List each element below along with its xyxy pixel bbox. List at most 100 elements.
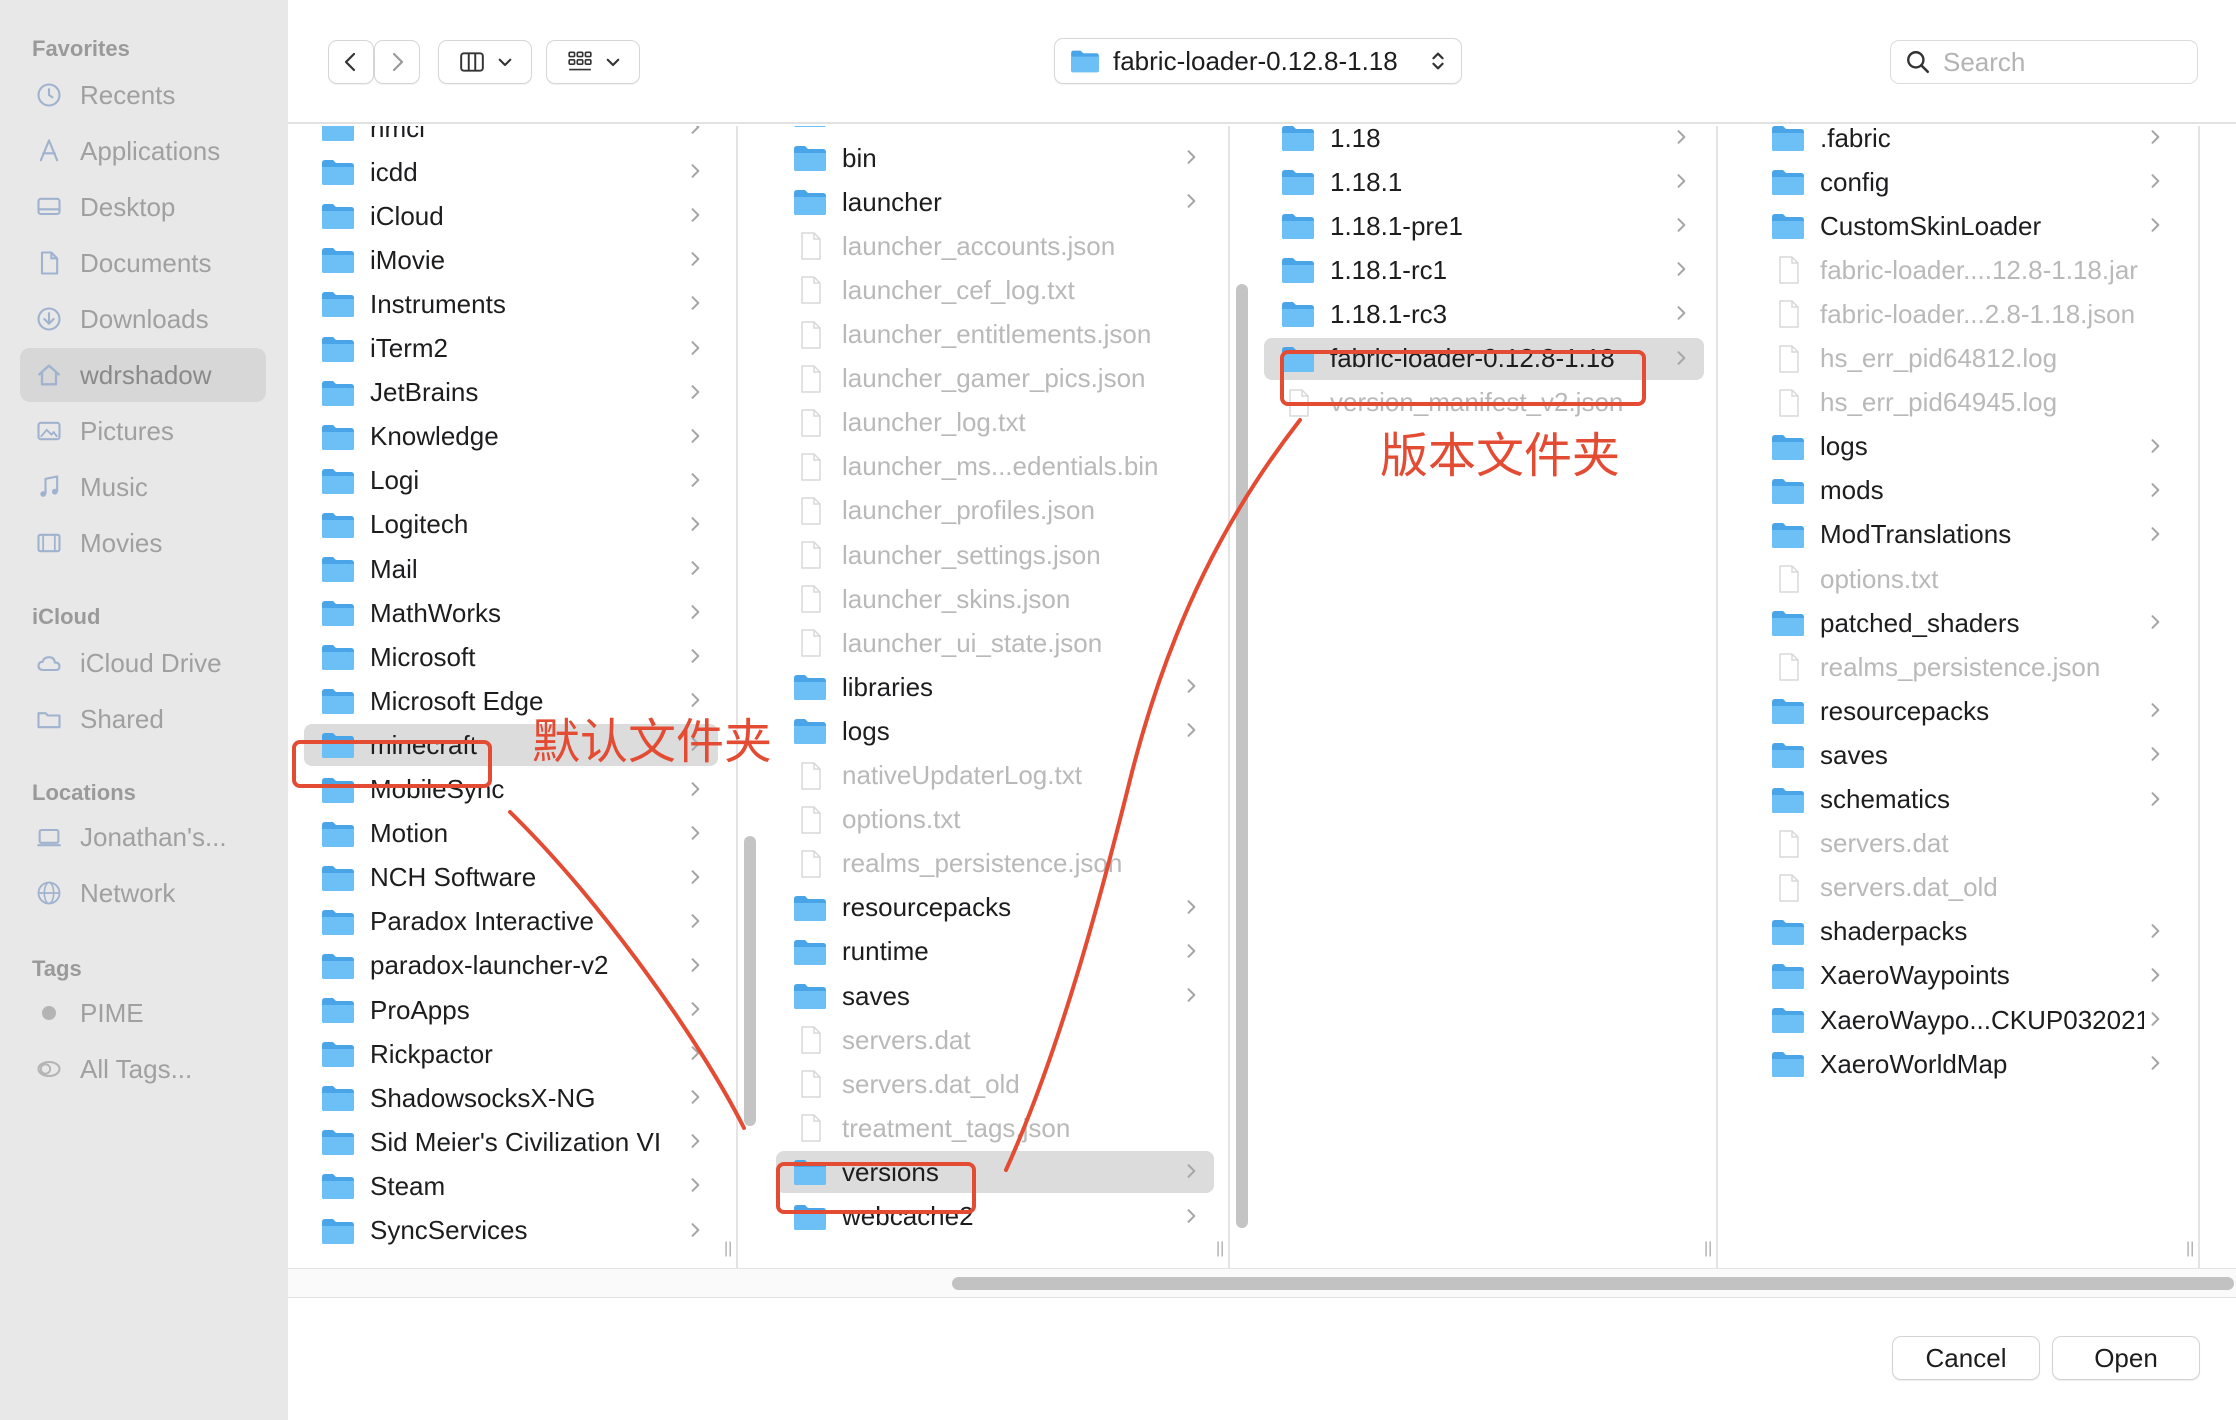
folder-row[interactable]: 1.18.1-pre1 — [1264, 205, 1704, 247]
horizontal-scrollbar[interactable] — [952, 1277, 2234, 1290]
folder-row[interactable]: SyncServices — [304, 1210, 718, 1252]
back-button[interactable] — [328, 40, 374, 84]
forward-button[interactable] — [374, 40, 420, 84]
folder-row[interactable]: resourcepacks — [776, 887, 1214, 929]
chevron-right-icon — [1670, 171, 1692, 193]
folder-row[interactable]: bin — [776, 137, 1214, 179]
folder-row[interactable]: XaeroWorldMap — [1754, 1043, 2178, 1085]
folder-row[interactable]: Microsoft — [304, 636, 718, 678]
folder-icon — [792, 672, 828, 702]
folder-row[interactable]: iTerm2 — [304, 328, 718, 370]
folder-row[interactable]: CustomSkinLoader — [1754, 205, 2178, 247]
folder-row[interactable]: libraries — [776, 666, 1214, 708]
folder-row[interactable]: saves — [1754, 734, 2178, 776]
file-row: launcher_settings.json — [776, 534, 1214, 576]
folder-row[interactable]: hmcl — [304, 126, 718, 149]
column-resize-handle[interactable]: || — [1216, 1240, 1224, 1258]
folder-row[interactable]: JetBrains — [304, 372, 718, 414]
chevron-right-icon — [2144, 524, 2166, 546]
sidebar-item-applications[interactable]: Applications — [20, 124, 266, 178]
shared-folder-icon — [34, 704, 64, 734]
folder-row[interactable]: patched_shaders — [1754, 602, 2178, 644]
folder-row[interactable]: 1.18 — [1264, 126, 1704, 159]
sidebar-item-shared[interactable]: Shared — [20, 692, 266, 746]
sidebar-item-movies[interactable]: Movies — [20, 516, 266, 570]
folder-row[interactable]: schematics — [1754, 779, 2178, 821]
folder-row[interactable]: XaeroWaypo...CKUP032021 — [1754, 999, 2178, 1041]
folder-row[interactable]: 1.18.1-rc1 — [1264, 249, 1704, 291]
folder-row[interactable]: mods — [1754, 470, 2178, 512]
folder-row[interactable]: ProApps — [304, 989, 718, 1031]
folder-row[interactable]: Knowledge — [304, 416, 718, 458]
sidebar-item-wdrshadow[interactable]: wdrshadow — [20, 348, 266, 402]
folder-row[interactable]: config — [1754, 161, 2178, 203]
sidebar-item-desktop[interactable]: Desktop — [20, 180, 266, 234]
sidebar-item-network[interactable]: Network — [20, 866, 266, 920]
folder-row[interactable]: NCH Software — [304, 857, 718, 899]
file-row: launcher_accounts.json — [776, 225, 1214, 267]
sidebar-item-jonathan-s[interactable]: Jonathan's... — [20, 810, 266, 864]
folder-row[interactable]: resourcepacks — [1754, 690, 2178, 732]
folder-row[interactable]: runtime — [776, 931, 1214, 973]
column-divider[interactable] — [2198, 126, 2200, 1268]
sidebar-item-all-tags[interactable]: All Tags... — [20, 1042, 266, 1096]
folder-icon — [1770, 126, 1806, 153]
folder-row[interactable]: launcher — [776, 181, 1214, 223]
folder-row[interactable]: ModTranslations — [1754, 514, 2178, 556]
folder-row[interactable]: logs — [776, 710, 1214, 752]
vertical-scrollbar[interactable] — [1236, 284, 1248, 1228]
folder-icon — [1770, 1049, 1806, 1079]
sidebar-item-recents[interactable]: Recents — [20, 68, 266, 122]
folder-row[interactable]: ShadowsocksX-NG — [304, 1077, 718, 1119]
sidebar-item-icloud-drive[interactable]: iCloud Drive — [20, 636, 266, 690]
folder-row[interactable]: assets — [776, 126, 1214, 135]
folder-row[interactable]: Sid Meier's Civilization VI — [304, 1121, 718, 1163]
column-resize-handle[interactable]: || — [1704, 1240, 1712, 1258]
sidebar-item-documents[interactable]: Documents — [20, 236, 266, 290]
folder-row[interactable]: Logitech — [304, 504, 718, 546]
search-field[interactable]: Search — [1890, 40, 2198, 84]
folder-row[interactable]: iCloud — [304, 195, 718, 237]
column-divider[interactable] — [1716, 126, 1718, 1268]
column-resize-handle[interactable]: || — [2186, 1240, 2194, 1258]
sidebar-item-downloads[interactable]: Downloads — [20, 292, 266, 346]
path-popup-button[interactable]: fabric-loader-0.12.8-1.18 — [1054, 38, 1462, 84]
group-button[interactable] — [546, 40, 640, 84]
chevron-right-icon — [1180, 720, 1202, 742]
column-resize-handle[interactable]: || — [724, 1240, 732, 1258]
folder-row[interactable]: icdd — [304, 151, 718, 193]
sidebar-item-music[interactable]: Music — [20, 460, 266, 514]
file-icon — [1770, 299, 1806, 329]
open-button[interactable]: Open — [2052, 1336, 2200, 1380]
file-row: launcher_cef_log.txt — [776, 269, 1214, 311]
item-name: options.txt — [842, 804, 961, 835]
folder-row[interactable]: Motion — [304, 813, 718, 855]
view-mode-button[interactable] — [438, 40, 532, 84]
folder-row[interactable]: saves — [776, 975, 1214, 1017]
column-divider[interactable] — [736, 126, 738, 1268]
folder-row[interactable]: Instruments — [304, 283, 718, 325]
folder-row[interactable]: Mail — [304, 548, 718, 590]
folder-row[interactable]: 1.18.1 — [1264, 161, 1704, 203]
folder-row[interactable]: MathWorks — [304, 592, 718, 634]
folder-row[interactable]: shaderpacks — [1754, 911, 2178, 953]
folder-row[interactable]: iMovie — [304, 239, 718, 281]
folder-row[interactable]: logs — [1754, 426, 2178, 468]
folder-row[interactable]: XaeroWaypoints — [1754, 955, 2178, 997]
folder-row[interactable]: Rickpactor — [304, 1033, 718, 1075]
folder-row[interactable]: Steam — [304, 1165, 718, 1207]
vertical-scrollbar[interactable] — [744, 836, 756, 1126]
folder-row[interactable]: Logi — [304, 460, 718, 502]
folder-row[interactable]: Paradox Interactive — [304, 901, 718, 943]
folder-icon — [792, 126, 828, 129]
folder-row[interactable]: paradox-launcher-v2 — [304, 945, 718, 987]
item-name: iCloud — [370, 200, 444, 231]
file-icon — [1770, 652, 1806, 682]
folder-row[interactable]: 1.18.1-rc3 — [1264, 293, 1704, 335]
folder-row[interactable]: .fabric — [1754, 126, 2178, 159]
cancel-button[interactable]: Cancel — [1892, 1336, 2040, 1380]
folder-icon — [320, 510, 356, 540]
sidebar-item-pictures[interactable]: Pictures — [20, 404, 266, 458]
sidebar-item-pime[interactable]: PIME — [20, 986, 266, 1040]
column-divider[interactable] — [1228, 126, 1230, 1268]
